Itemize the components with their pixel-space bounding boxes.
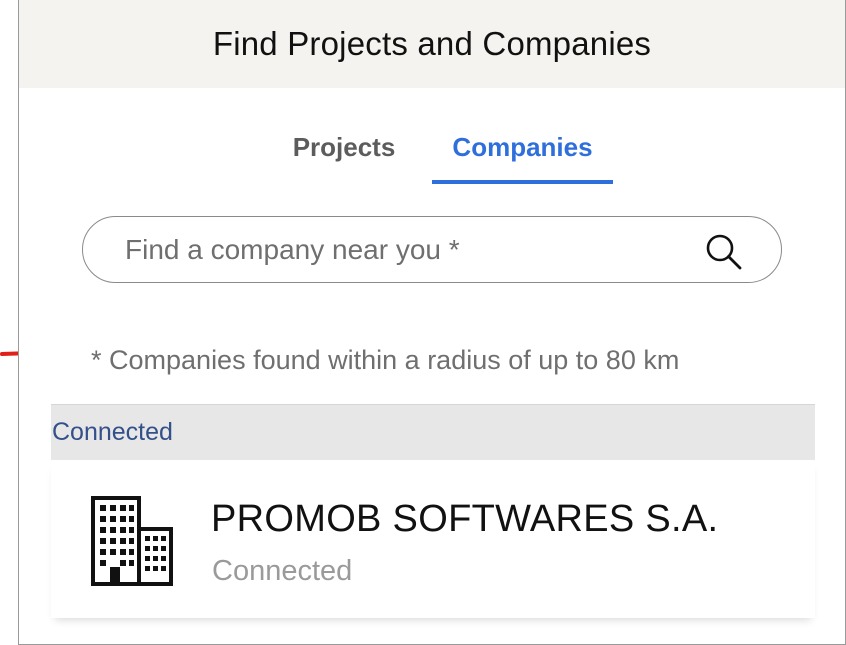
page-header: Find Projects and Companies: [19, 0, 845, 88]
app-frame: Find Projects and Companies Projects Com…: [18, 0, 846, 645]
tab-bar: Projects Companies: [19, 110, 845, 186]
section-header: Connected: [51, 404, 815, 460]
active-tab-indicator: [432, 180, 613, 184]
search-box: [82, 216, 782, 283]
search-icon[interactable]: [703, 231, 743, 271]
tab-companies[interactable]: Companies: [432, 110, 613, 184]
company-name: PROMOB SOFTWARES S.A.: [211, 498, 719, 540]
tab-projects[interactable]: Projects: [269, 110, 419, 184]
search-input[interactable]: [125, 233, 685, 266]
company-list-item[interactable]: PROMOB SOFTWARES S.A. Connected: [51, 460, 815, 618]
radius-note: * Companies found within a radius of up …: [91, 345, 680, 375]
page-title: Find Projects and Companies: [212, 25, 652, 62]
section-label: Connected: [52, 418, 173, 446]
company-status: Connected: [212, 555, 353, 587]
building-icon: [91, 496, 173, 586]
